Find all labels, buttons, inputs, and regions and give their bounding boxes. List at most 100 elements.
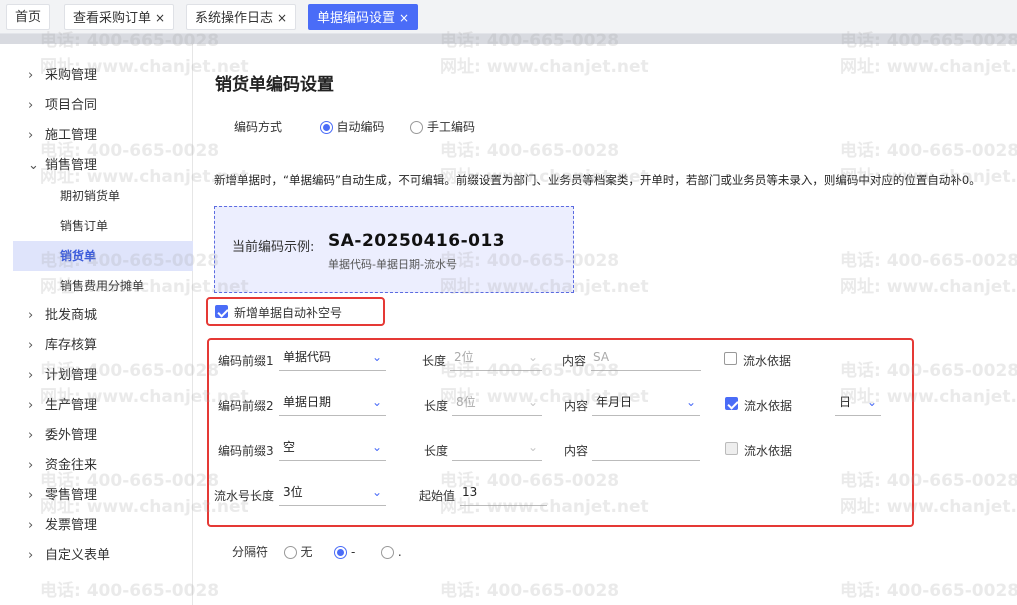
- sidebar-item-retail[interactable]: › 零售管理: [0, 481, 193, 511]
- tab-view-purchase-order[interactable]: 查看采购订单 ×: [64, 4, 175, 30]
- chevron-right-icon: ›: [28, 548, 34, 563]
- serial-length-select[interactable]: 3位 ⌄: [279, 480, 386, 506]
- separator-none-label: 无: [300, 545, 313, 559]
- separator-none-radio[interactable]: 无: [283, 545, 313, 559]
- sidebar-item-construction[interactable]: › 施工管理: [0, 121, 193, 151]
- prefix1-length-label: 长度: [422, 354, 447, 368]
- prefix3-length-select[interactable]: ⌄: [452, 435, 542, 461]
- sidebar-item-invoice[interactable]: › 发票管理: [0, 511, 193, 541]
- sidebar-item-production[interactable]: › 生产管理: [0, 391, 193, 421]
- manual-coding-radio[interactable]: 手工编码: [410, 120, 475, 134]
- sidebar-subitem-sales-expense[interactable]: 销售费用分摊单: [0, 271, 193, 301]
- prefix1-length-value: 2位: [454, 350, 474, 364]
- tab-code-settings[interactable]: 单据编码设置 ×: [308, 4, 419, 30]
- prefix1-serial-label: 流水依据: [743, 354, 792, 368]
- code-example-panel: 当前编码示例: SA-20250416-013 单据代码-单据日期-流水号: [214, 206, 574, 293]
- radio-unselected-icon[interactable]: [410, 121, 424, 134]
- serial-unit-select[interactable]: 日 ⌄: [835, 390, 881, 416]
- chevron-right-icon: ›: [28, 128, 34, 143]
- tab-label: 系统操作日志: [195, 11, 274, 26]
- checkbox-unchecked-icon[interactable]: [724, 352, 737, 365]
- prefix2-select[interactable]: 单据日期 ⌄: [279, 390, 386, 416]
- chevron-right-icon: ›: [28, 308, 34, 323]
- sidebar-subitem-opening-sales[interactable]: 期初销货单: [0, 181, 193, 211]
- checkbox-checked-icon[interactable]: [725, 397, 738, 410]
- sidebar-item-label: 采购管理: [45, 68, 98, 83]
- chevron-right-icon: ›: [28, 398, 34, 413]
- prefix2-value: 单据日期: [283, 395, 332, 409]
- sidebar-item-planning[interactable]: › 计划管理: [0, 361, 193, 391]
- prefix2-serial-checkbox[interactable]: [725, 396, 738, 410]
- radio-unselected-icon[interactable]: [283, 546, 297, 559]
- chevron-right-icon: ›: [28, 98, 34, 113]
- tab-label: 首页: [15, 10, 42, 25]
- tab-system-log[interactable]: 系统操作日志 ×: [186, 4, 297, 30]
- sidebar-item-sales[interactable]: ⌄ 销售管理: [0, 151, 193, 181]
- sidebar-item-wholesale-mall[interactable]: › 批发商城: [0, 301, 193, 331]
- sidebar-item-label: 计划管理: [45, 368, 98, 383]
- chevron-right-icon: ›: [28, 368, 34, 383]
- sidebar-item-purchase[interactable]: › 采购管理: [0, 61, 193, 91]
- prefix2-serial-label: 流水依据: [744, 399, 793, 413]
- chevron-down-icon: ⌄: [371, 350, 382, 364]
- sidebar: › 采购管理 › 项目合同 › 施工管理 ⌄ 销售管理 期初销货单 销售订单 销货单 销…: [0, 44, 193, 605]
- separator-label: 分隔符: [232, 545, 269, 559]
- sidebar-item-inventory[interactable]: › 库存核算: [0, 331, 193, 361]
- checkbox-checked-icon[interactable]: [215, 305, 228, 318]
- manual-coding-label: 手工编码: [427, 120, 476, 134]
- tab-home[interactable]: 首页: [6, 4, 51, 30]
- prefix3-select[interactable]: 空 ⌄: [279, 435, 386, 461]
- prefix1-serial-checkbox[interactable]: [724, 351, 737, 365]
- serial-unit-value: 日: [839, 395, 852, 409]
- sidebar-item-funds[interactable]: › 资金往来: [0, 451, 193, 481]
- radio-unselected-icon[interactable]: [381, 546, 394, 559]
- separator-dot-label: .: [397, 545, 402, 559]
- autofill-highlight: 新增单据自动补空号: [206, 297, 385, 326]
- auto-coding-radio[interactable]: 自动编码: [319, 120, 385, 134]
- sidebar-item-project-contract[interactable]: › 项目合同: [0, 91, 193, 121]
- close-icon[interactable]: ×: [155, 11, 165, 25]
- prefix2-length-select[interactable]: 8位 ⌄: [452, 390, 542, 416]
- close-icon[interactable]: ×: [277, 11, 287, 25]
- serial-length-label: 流水号长度: [214, 489, 275, 503]
- start-value-input[interactable]: 13: [460, 480, 547, 506]
- chevron-down-icon: ⌄: [685, 395, 696, 409]
- radio-selected-icon[interactable]: [334, 546, 348, 559]
- tab-bar: 首页 查看采购订单 × 系统操作日志 × 单据编码设置 ×: [0, 0, 1017, 34]
- prefix1-content-label: 内容: [562, 354, 587, 368]
- sidebar-subitem-sales-delivery[interactable]: 销货单: [13, 241, 193, 271]
- prefix2-label: 编码前缀2: [218, 399, 274, 413]
- sidebar-item-outsourcing[interactable]: › 委外管理: [0, 421, 193, 451]
- tab-bar-divider: [0, 34, 1017, 44]
- prefix3-content-input[interactable]: [592, 435, 700, 461]
- prefix2-content-value: 年月日: [596, 395, 633, 409]
- chevron-down-icon: ⌄: [527, 440, 538, 454]
- sidebar-subitem-sales-order[interactable]: 销售订单: [0, 211, 193, 241]
- prefix2-content-select[interactable]: 年月日 ⌄: [592, 390, 700, 416]
- radio-selected-icon[interactable]: [319, 121, 333, 134]
- separator-row: 分隔符 无 - .: [232, 543, 402, 560]
- autofill-checkbox[interactable]: [215, 304, 228, 318]
- separator-dash-label: -: [351, 545, 356, 559]
- sidebar-item-custom-forms[interactable]: › 自定义表单: [0, 541, 193, 571]
- prefix3-value: 空: [283, 440, 296, 454]
- close-icon[interactable]: ×: [399, 11, 409, 25]
- separator-dot-radio[interactable]: .: [381, 545, 402, 559]
- prefix1-label: 编码前缀1: [218, 354, 274, 368]
- sidebar-item-label: 资金往来: [45, 458, 98, 473]
- chevron-down-icon: ⌄: [866, 395, 877, 409]
- separator-dash-radio[interactable]: -: [334, 545, 355, 559]
- serial-length-value: 3位: [283, 485, 303, 499]
- prefix2-length-value: 8位: [456, 395, 476, 409]
- prefix1-length-select[interactable]: 2位 ⌄: [450, 345, 542, 371]
- chevron-down-icon: ⌄: [371, 440, 382, 454]
- code-example-label: 当前编码示例:: [232, 240, 315, 255]
- prefix1-select[interactable]: 单据代码 ⌄: [279, 345, 386, 371]
- coding-description: 新增单据时，“单据编码”自动生成，不可编辑。前缀设置为部门、业务员等档案类，开单…: [214, 173, 981, 187]
- code-example-value: SA-20250416-013: [328, 231, 506, 251]
- start-value-label: 起始值: [419, 489, 456, 503]
- prefix3-serial-checkbox[interactable]: [725, 441, 738, 455]
- chevron-right-icon: ›: [28, 458, 34, 473]
- checkbox-disabled-icon[interactable]: [725, 442, 738, 455]
- prefix1-content-input[interactable]: SA: [591, 345, 701, 371]
